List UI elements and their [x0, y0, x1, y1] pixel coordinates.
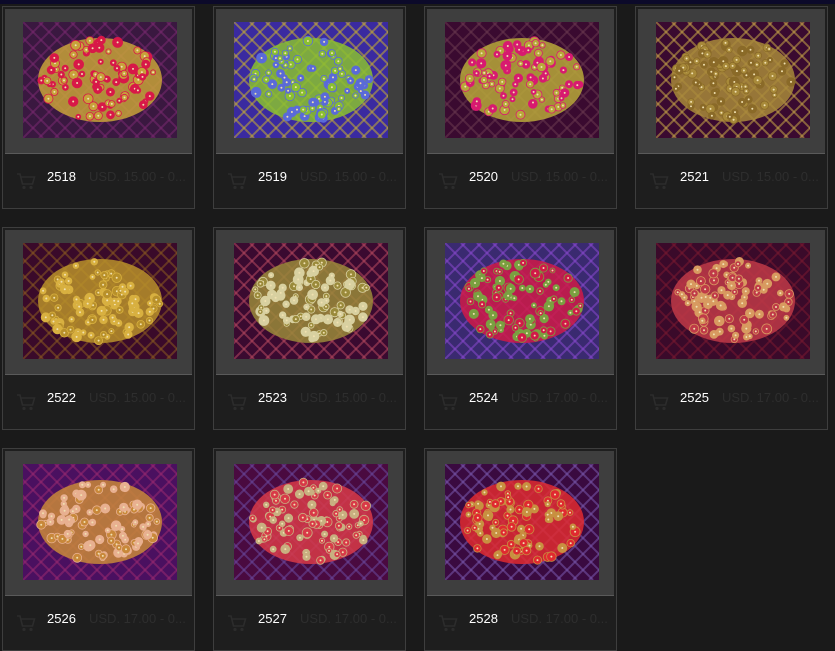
product-price: USD. 17.00 - 0...: [300, 611, 397, 626]
product-photo[interactable]: [445, 464, 599, 580]
product-number[interactable]: 2520: [469, 169, 498, 184]
cart-icon[interactable]: [437, 391, 459, 413]
cart-icon[interactable]: [15, 391, 37, 413]
product-price: USD. 15.00 - 0...: [300, 169, 397, 184]
product-price: USD. 15.00 - 0...: [511, 169, 608, 184]
product-photo[interactable]: [656, 243, 810, 359]
product-photo[interactable]: [23, 464, 177, 580]
product-card[interactable]: 2525 USD. 17.00 - 0...: [635, 227, 828, 430]
thumbnail-frame: [638, 9, 825, 154]
cart-icon[interactable]: [226, 612, 248, 634]
product-card[interactable]: 2520 USD. 15.00 - 0...: [424, 6, 617, 209]
product-card[interactable]: 2524 USD. 17.00 - 0...: [424, 227, 617, 430]
cart-icon[interactable]: [648, 391, 670, 413]
product-number[interactable]: 2518: [47, 169, 76, 184]
product-price: USD. 15.00 - 0...: [300, 390, 397, 405]
product-price: USD. 15.00 - 0...: [722, 169, 819, 184]
product-price: USD. 15.00 - 0...: [89, 169, 186, 184]
product-photo[interactable]: [234, 243, 388, 359]
product-price: USD. 17.00 - 0...: [511, 390, 608, 405]
cart-icon[interactable]: [437, 170, 459, 192]
thumbnail-frame: [216, 9, 403, 154]
product-card[interactable]: 2521 USD. 15.00 - 0...: [635, 6, 828, 209]
product-photo[interactable]: [445, 22, 599, 138]
thumbnail-frame: [5, 9, 192, 154]
product-card[interactable]: 2526 USD. 17.00 - 0...: [2, 448, 195, 651]
product-price: USD. 15.00 - 0...: [89, 390, 186, 405]
cart-icon[interactable]: [648, 170, 670, 192]
product-price: USD. 17.00 - 0...: [722, 390, 819, 405]
product-number[interactable]: 2528: [469, 611, 498, 626]
product-card[interactable]: 2519 USD. 15.00 - 0...: [213, 6, 406, 209]
thumbnail-frame: [216, 451, 403, 596]
cart-icon[interactable]: [15, 612, 37, 634]
product-photo[interactable]: [234, 22, 388, 138]
thumbnail-frame: [5, 230, 192, 375]
cart-icon[interactable]: [226, 170, 248, 192]
product-card[interactable]: 2523 USD. 15.00 - 0...: [213, 227, 406, 430]
product-photo[interactable]: [23, 22, 177, 138]
product-number[interactable]: 2519: [258, 169, 287, 184]
product-price: USD. 17.00 - 0...: [511, 611, 608, 626]
product-number[interactable]: 2526: [47, 611, 76, 626]
cart-icon[interactable]: [437, 612, 459, 634]
product-number[interactable]: 2522: [47, 390, 76, 405]
product-card[interactable]: 2527 USD. 17.00 - 0...: [213, 448, 406, 651]
cart-icon[interactable]: [15, 170, 37, 192]
thumbnail-frame: [427, 230, 614, 375]
product-number[interactable]: 2527: [258, 611, 287, 626]
product-photo[interactable]: [23, 243, 177, 359]
product-photo[interactable]: [656, 22, 810, 138]
product-card[interactable]: 2518 USD. 15.00 - 0...: [2, 6, 195, 209]
thumbnail-frame: [5, 451, 192, 596]
cart-icon[interactable]: [226, 391, 248, 413]
thumbnail-frame: [427, 451, 614, 596]
product-card[interactable]: 2522 USD. 15.00 - 0...: [2, 227, 195, 430]
product-card[interactable]: 2528 USD. 17.00 - 0...: [424, 448, 617, 651]
thumbnail-frame: [216, 230, 403, 375]
product-number[interactable]: 2524: [469, 390, 498, 405]
product-number[interactable]: 2521: [680, 169, 709, 184]
product-number[interactable]: 2525: [680, 390, 709, 405]
product-price: USD. 17.00 - 0...: [89, 611, 186, 626]
product-photo[interactable]: [234, 464, 388, 580]
product-number[interactable]: 2523: [258, 390, 287, 405]
thumbnail-frame: [638, 230, 825, 375]
product-photo[interactable]: [445, 243, 599, 359]
product-grid: 2518 USD. 15.00 - 0... 2519 USD. 15.00 -…: [0, 0, 835, 651]
thumbnail-frame: [427, 9, 614, 154]
